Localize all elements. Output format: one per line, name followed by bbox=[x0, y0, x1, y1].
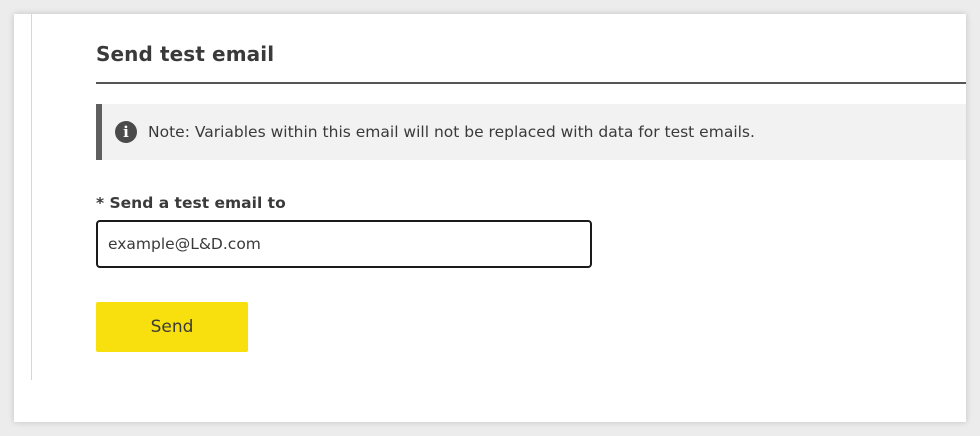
email-field[interactable] bbox=[96, 220, 592, 268]
send-button[interactable]: Send bbox=[96, 302, 248, 352]
info-notice: i Note: Variables within this email will… bbox=[96, 104, 966, 160]
section-title: Send test email bbox=[96, 42, 275, 66]
email-field-label: * Send a test email to bbox=[96, 194, 286, 212]
notice-text: Note: Variables within this email will n… bbox=[148, 123, 755, 141]
left-divider bbox=[31, 14, 32, 380]
info-icon: i bbox=[115, 121, 137, 143]
title-divider bbox=[96, 82, 966, 84]
send-test-email-panel: Send test email i Note: Variables within… bbox=[14, 14, 966, 422]
